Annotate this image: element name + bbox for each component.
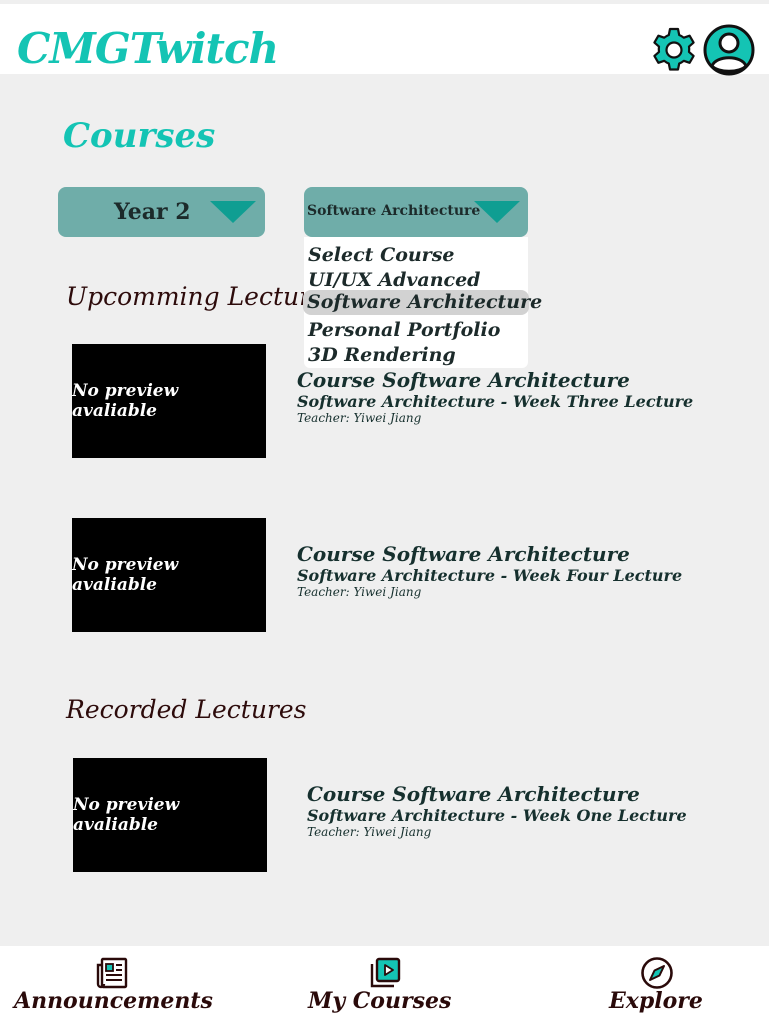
nav-my-courses[interactable]: My Courses: [290, 946, 480, 1024]
no-preview-text: No preview avaliable: [72, 381, 179, 421]
top-bar: CMGTwitch: [0, 4, 769, 76]
course-option[interactable]: 3D Rendering: [304, 343, 528, 368]
lecture-title: Software Architecture - Week One Lecture: [307, 806, 687, 825]
nav-announcements[interactable]: Announcements: [0, 946, 225, 1024]
lecture-course-title: Course Software Architecture: [307, 782, 640, 806]
lecture-teacher: Teacher: Yiwei Jiang: [307, 825, 432, 839]
lecture-info[interactable]: Course Software Architecture Software Ar…: [307, 783, 687, 840]
gear-icon[interactable]: [650, 26, 698, 74]
recorded-lectures-title: Recorded Lectures: [66, 695, 307, 724]
lecture-info[interactable]: Course Software Architecture Software Ar…: [297, 369, 693, 426]
course-option[interactable]: Personal Portfolio: [304, 318, 528, 343]
lecture-preview-thumbnail[interactable]: No preview avaliable: [72, 344, 266, 458]
course-dropdown[interactable]: Software Architecture: [304, 187, 528, 237]
lecture-preview-thumbnail[interactable]: No preview avaliable: [73, 758, 267, 872]
lecture-course-title: Course Software Architecture: [297, 542, 630, 566]
no-preview-text: No preview avaliable: [72, 555, 179, 595]
course-dropdown-value: Software Architecture: [307, 203, 481, 219]
lecture-course-title: Course Software Architecture: [297, 368, 630, 392]
app-title[interactable]: CMGTwitch: [17, 24, 279, 74]
course-dropdown-menu: Select Course UI/UX Advanced Software Ar…: [303, 237, 542, 368]
lecture-preview-thumbnail[interactable]: No preview avaliable: [72, 518, 266, 632]
lecture-title: Software Architecture - Week Three Lectu…: [297, 392, 694, 411]
lecture-teacher: Teacher: Yiwei Jiang: [297, 411, 422, 425]
no-preview-text: No preview avaliable: [73, 795, 180, 835]
page-title: Courses: [63, 116, 216, 156]
year-dropdown-value: Year 2: [114, 199, 191, 225]
lecture-info[interactable]: Course Software Architecture Software Ar…: [297, 543, 682, 600]
video-library-icon: [370, 957, 401, 988]
newspaper-icon: [96, 957, 128, 989]
nav-explore[interactable]: Explore: [590, 946, 730, 1024]
year-dropdown[interactable]: Year 2: [58, 187, 265, 237]
chevron-down-icon: [210, 201, 256, 223]
nav-explore-label: Explore: [609, 988, 703, 1014]
compass-icon: [641, 957, 673, 989]
chevron-down-icon: [474, 201, 520, 223]
account-circle-icon[interactable]: [703, 24, 755, 76]
nav-my-courses-label: My Courses: [308, 988, 452, 1014]
lecture-title: Software Architecture - Week Four Lectur…: [297, 566, 683, 585]
bottom-navigation: Announcements My Courses Explore: [0, 946, 769, 1024]
lecture-teacher: Teacher: Yiwei Jiang: [297, 585, 422, 599]
course-option-selected[interactable]: Software Architecture: [303, 290, 542, 315]
upcoming-lectures-title: Upcomming Lectur: [66, 282, 312, 311]
nav-announcements-label: Announcements: [14, 988, 213, 1014]
course-option[interactable]: Select Course: [304, 243, 528, 268]
